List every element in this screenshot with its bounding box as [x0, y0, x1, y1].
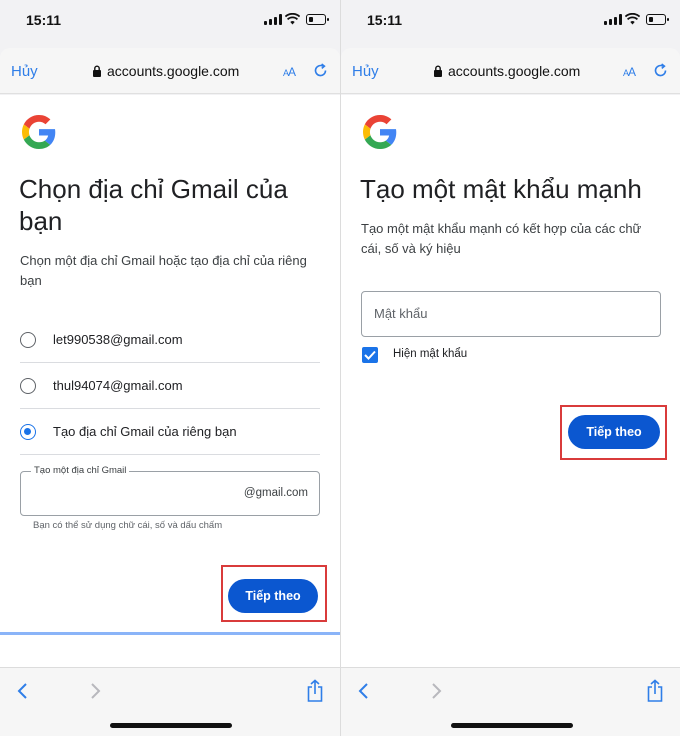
- battery-icon: [646, 14, 669, 25]
- forward-arrow-icon[interactable]: [88, 681, 102, 701]
- left-screen: 15:11 Hủy accounts.google.com AA Chọn đị…: [0, 0, 340, 736]
- forward-arrow-icon[interactable]: [429, 681, 443, 701]
- email-option[interactable]: thul94074@gmail.com: [20, 363, 320, 409]
- show-password-label[interactable]: Hiện mật khẩu: [393, 348, 467, 360]
- browser-url-bar: Hủy accounts.google.com AA: [0, 48, 340, 94]
- address-field[interactable]: accounts.google.com: [92, 63, 239, 79]
- browser-url-bar: Hủy accounts.google.com AA: [341, 48, 680, 94]
- text-size-large-a: A: [287, 65, 296, 79]
- text-size-button[interactable]: AA: [283, 65, 296, 79]
- wifi-icon: [285, 13, 300, 25]
- gmail-suffix: @gmail.com: [243, 487, 308, 499]
- status-bar: 15:11: [0, 0, 340, 42]
- home-indicator: [110, 723, 232, 728]
- cancel-button[interactable]: Hủy: [11, 63, 38, 80]
- password-field[interactable]: Mật khẩu: [361, 291, 661, 337]
- text-size-large-a: A: [627, 65, 636, 79]
- checkmark-icon: [364, 350, 376, 360]
- gmail-field-label: Tạo một địa chỉ Gmail: [31, 465, 130, 476]
- lock-icon: [434, 65, 442, 77]
- browser-toolbar: [341, 667, 680, 736]
- text-size-button[interactable]: AA: [623, 65, 636, 79]
- status-bar: 15:11: [341, 0, 680, 42]
- show-password-checkbox[interactable]: [362, 347, 378, 363]
- reload-icon[interactable]: [313, 63, 328, 78]
- gmail-address-field[interactable]: Tạo một địa chỉ Gmail @gmail.com: [20, 465, 320, 516]
- highlight-box: [221, 565, 327, 622]
- signal-icon: [604, 14, 622, 25]
- google-logo: [363, 115, 397, 149]
- status-time: 15:11: [26, 12, 62, 28]
- page-content: Tạo một mật khẩu mạnh Tạo một mật khẩu m…: [341, 95, 680, 667]
- highlight-box: [560, 405, 667, 460]
- wifi-icon: [625, 13, 640, 25]
- reload-icon[interactable]: [653, 63, 668, 78]
- create-own-option-label: Tạo địa chỉ Gmail của riêng bạn: [53, 424, 237, 439]
- battery-icon: [306, 14, 329, 25]
- radio-button[interactable]: [20, 331, 36, 348]
- page-description: Chọn một địa chỉ Gmail hoặc tạo địa chỉ …: [20, 253, 307, 288]
- email-option-label: let990538@gmail.com: [53, 332, 183, 347]
- right-screen: 15:11 Hủy accounts.google.com AA Tạo một…: [340, 0, 680, 736]
- password-placeholder: Mật khẩu: [374, 306, 428, 321]
- gmail-field-hint: Bạn có thể sử dụng chữ cái, số và dấu ch…: [33, 520, 223, 531]
- google-logo: [22, 115, 56, 149]
- browser-toolbar: [0, 667, 340, 736]
- back-arrow-icon[interactable]: [16, 681, 30, 701]
- share-icon[interactable]: [306, 679, 324, 703]
- email-option-label: thul94074@gmail.com: [53, 378, 183, 393]
- signal-icon: [264, 14, 282, 25]
- radio-button[interactable]: [20, 377, 36, 394]
- page-content: Chọn địa chỉ Gmail của bạn Chọn một địa …: [0, 95, 340, 667]
- create-own-option[interactable]: Tạo địa chỉ Gmail của riêng bạn: [20, 409, 320, 455]
- back-arrow-icon[interactable]: [357, 681, 371, 701]
- address-field[interactable]: accounts.google.com: [433, 63, 580, 79]
- page-title: Chọn địa chỉ Gmail của bạn: [19, 174, 288, 236]
- url-text: accounts.google.com: [448, 63, 581, 79]
- radio-button-selected[interactable]: [20, 423, 36, 440]
- cancel-button[interactable]: Hủy: [352, 63, 379, 80]
- progress-bar: [0, 632, 340, 635]
- page-title: Tạo một mật khẩu mạnh: [360, 174, 642, 204]
- url-text: accounts.google.com: [107, 63, 240, 79]
- share-icon[interactable]: [646, 679, 664, 703]
- page-description: Tạo một mật khẩu mạnh có kết hợp của các…: [361, 221, 642, 256]
- home-indicator: [451, 723, 573, 728]
- lock-icon: [93, 65, 101, 77]
- status-time: 15:11: [367, 12, 403, 28]
- email-option[interactable]: let990538@gmail.com: [20, 317, 320, 363]
